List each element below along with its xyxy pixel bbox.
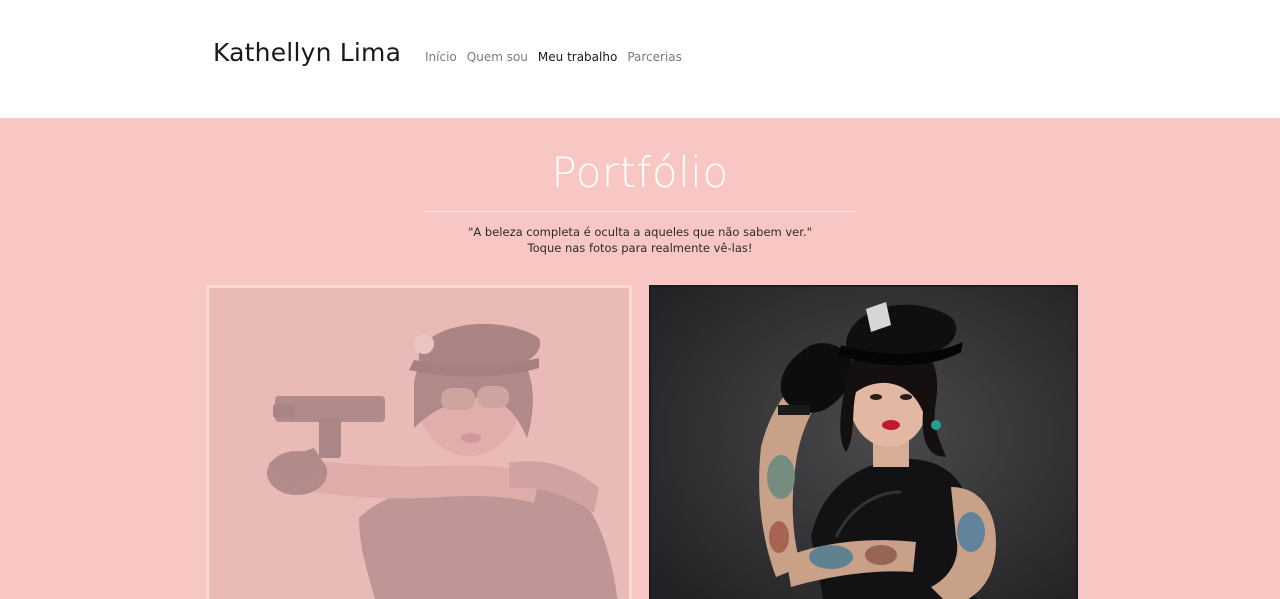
nav-item-meu-trabalho[interactable]: Meu trabalho — [538, 50, 617, 64]
site-brand[interactable]: Kathellyn Lima — [213, 38, 401, 67]
nav-item-parcerias[interactable]: Parcerias — [627, 50, 682, 64]
portfolio-title: Portfólio — [551, 148, 729, 197]
photo-police-salute-image — [651, 287, 1076, 599]
site-header: Kathellyn Lima Início Quem sou Meu traba… — [0, 0, 1280, 118]
portfolio-photo-2[interactable] — [649, 285, 1078, 599]
quote-line: "A beleza completa é oculta a aqueles qu… — [468, 225, 812, 239]
nav-item-inicio[interactable]: Início — [425, 50, 457, 64]
main-nav: Início Quem sou Meu trabalho Parcerias — [425, 50, 682, 64]
portfolio-photo-1[interactable] — [206, 285, 632, 599]
photo-police-aiming-image — [209, 288, 629, 599]
portfolio-quote: "A beleza completa é oculta a aqueles qu… — [0, 224, 1280, 256]
title-divider — [425, 211, 855, 212]
quote-instruction: Toque nas fotos para realmente vê-las! — [527, 241, 753, 255]
portfolio-section: Portfólio "A beleza completa é oculta a … — [0, 118, 1280, 599]
nav-item-quem-sou[interactable]: Quem sou — [467, 50, 528, 64]
